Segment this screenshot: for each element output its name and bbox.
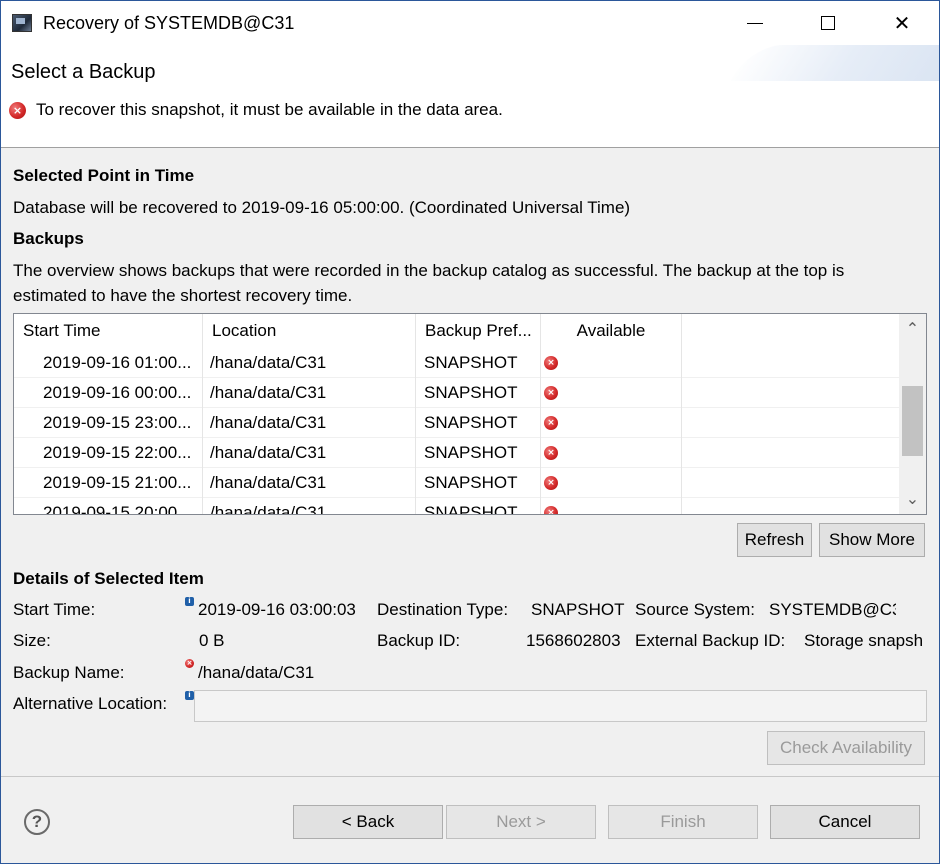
table-row[interactable]: 2019-09-16 01:00... /hana/data/C31 SNAPS… (14, 348, 900, 378)
back-button[interactable]: < Back (293, 805, 443, 839)
destination-type-value: SNAPSHOT (531, 600, 625, 619)
error-icon: × (9, 101, 26, 119)
cell-backup-prefix: SNAPSHOT (416, 438, 541, 468)
cell-backup-prefix: SNAPSHOT (416, 378, 541, 408)
error-icon: × (185, 659, 194, 668)
point-in-time-heading: Selected Point in Time (13, 166, 195, 185)
scrollbar-thumb[interactable] (902, 386, 923, 456)
minimize-button[interactable] (726, 1, 784, 45)
backups-description-line1: The overview shows backups that were rec… (13, 261, 845, 280)
cell-location: /hana/data/C31 (203, 348, 416, 378)
cell-available: × (541, 408, 682, 438)
cell-start-time: 2019-09-15 21:00... (14, 468, 203, 498)
minimize-icon (747, 22, 763, 24)
cell-location: /hana/data/C31 (203, 438, 416, 468)
cell-location: /hana/data/C31 (203, 468, 416, 498)
window-title: Recovery of SYSTEMDB@C31 (43, 13, 295, 33)
backups-description-line2: estimated to have the shortest recovery … (13, 286, 353, 305)
table-row[interactable]: 2019-09-15 21:00... /hana/data/C31 SNAPS… (14, 468, 900, 498)
header-decoration (730, 45, 939, 81)
cell-available: × (541, 348, 682, 378)
show-more-button[interactable]: Show More (819, 523, 925, 557)
cancel-button[interactable]: Cancel (770, 805, 920, 839)
recovery-dialog: Recovery of SYSTEMDB@C31 ✕ Select a Back… (0, 0, 940, 864)
info-icon: i (185, 691, 194, 700)
point-in-time-text: Database will be recovered to 2019-09-16… (13, 198, 631, 217)
column-start-time[interactable]: Start Time (14, 314, 203, 348)
table-body: 2019-09-16 01:00... /hana/data/C31 SNAPS… (14, 348, 900, 514)
title-bar: Recovery of SYSTEMDB@C31 ✕ (1, 1, 939, 45)
unavailable-icon: × (544, 416, 558, 430)
size-label: Size: (13, 631, 51, 650)
page-title: Select a Backup (11, 61, 156, 83)
chevron-down-icon[interactable]: ⌄ (899, 486, 926, 512)
maximize-button[interactable] (799, 1, 857, 45)
unavailable-icon: × (544, 506, 558, 514)
details-heading: Details of Selected Item (13, 569, 204, 588)
cell-location: /hana/data/C31 (203, 378, 416, 408)
cell-backup-prefix: SNAPSHOT (416, 408, 541, 438)
close-button[interactable]: ✕ (873, 1, 931, 45)
cell-available: × (541, 438, 682, 468)
cell-location: /hana/data/C31 (203, 498, 416, 514)
column-filler (682, 314, 900, 348)
backup-name-value: /hana/data/C31 (198, 663, 315, 682)
start-time-label: Start Time: (13, 600, 96, 619)
wizard-header: Select a Backup × To recover this snapsh… (1, 45, 939, 148)
table-row[interactable]: 2019-09-15 23:00... /hana/data/C31 SNAPS… (14, 408, 900, 438)
finish-button[interactable]: Finish (608, 805, 758, 839)
table-header: Start Time Location Backup Pref... Avail… (14, 314, 900, 348)
unavailable-icon: × (544, 476, 558, 490)
column-available[interactable]: Available (541, 314, 682, 348)
cell-available: × (541, 468, 682, 498)
cell-start-time: 2019-09-16 01:00... (14, 348, 203, 378)
close-icon: ✕ (893, 12, 911, 35)
help-icon[interactable]: ? (24, 809, 50, 835)
backup-id-value: 1568602803 (526, 631, 621, 650)
app-icon (12, 14, 32, 32)
backup-name-label: Backup Name: (13, 663, 125, 682)
source-system-label: Source System: (635, 600, 755, 619)
cell-start-time: 2019-09-15 20:00... (14, 498, 203, 514)
unavailable-icon: × (544, 386, 558, 400)
backups-heading: Backups (13, 229, 84, 248)
external-backup-id-value: Storage snapshot (804, 631, 922, 650)
cell-available: × (541, 498, 682, 514)
cell-available: × (541, 378, 682, 408)
size-value: 0 B (199, 631, 225, 650)
check-availability-button[interactable]: Check Availability (767, 731, 925, 765)
table-row[interactable]: 2019-09-15 22:00... /hana/data/C31 SNAPS… (14, 438, 900, 468)
cell-backup-prefix: SNAPSHOT (416, 468, 541, 498)
maximize-icon (821, 16, 835, 30)
table-row[interactable]: 2019-09-16 00:00... /hana/data/C31 SNAPS… (14, 378, 900, 408)
info-icon: i (185, 597, 194, 606)
alt-location-input[interactable] (194, 690, 927, 722)
destination-type-label: Destination Type: (377, 600, 509, 619)
external-backup-id-label: External Backup ID: (635, 631, 786, 650)
alt-location-label: Alternative Location: (13, 694, 168, 713)
next-button[interactable]: Next > (446, 805, 596, 839)
column-backup-prefix[interactable]: Backup Pref... (416, 314, 541, 348)
cell-start-time: 2019-09-16 00:00... (14, 378, 203, 408)
cell-start-time: 2019-09-15 22:00... (14, 438, 203, 468)
column-location[interactable]: Location (203, 314, 416, 348)
backup-id-label: Backup ID: (377, 631, 461, 650)
footer-divider (1, 776, 939, 777)
source-system-value: SYSTEMDB@C31 (769, 600, 896, 619)
error-message-text: To recover this snapshot, it must be ava… (36, 100, 503, 119)
unavailable-icon: × (544, 356, 558, 370)
cell-backup-prefix: SNAPSHOT (416, 348, 541, 378)
unavailable-icon: × (544, 446, 558, 460)
cell-start-time: 2019-09-15 23:00... (14, 408, 203, 438)
cell-location: /hana/data/C31 (203, 408, 416, 438)
cell-backup-prefix: SNAPSHOT (416, 498, 541, 514)
error-message: × To recover this snapshot, it must be a… (9, 100, 503, 120)
backups-table: Start Time Location Backup Pref... Avail… (13, 313, 927, 515)
chevron-up-icon[interactable]: ⌃ (899, 316, 926, 342)
table-scrollbar[interactable]: ⌃ ⌄ (899, 314, 926, 514)
table-row[interactable]: 2019-09-15 20:00... /hana/data/C31 SNAPS… (14, 498, 900, 514)
refresh-button[interactable]: Refresh (737, 523, 812, 557)
start-time-value: 2019-09-16 03:00:03 (198, 600, 356, 619)
